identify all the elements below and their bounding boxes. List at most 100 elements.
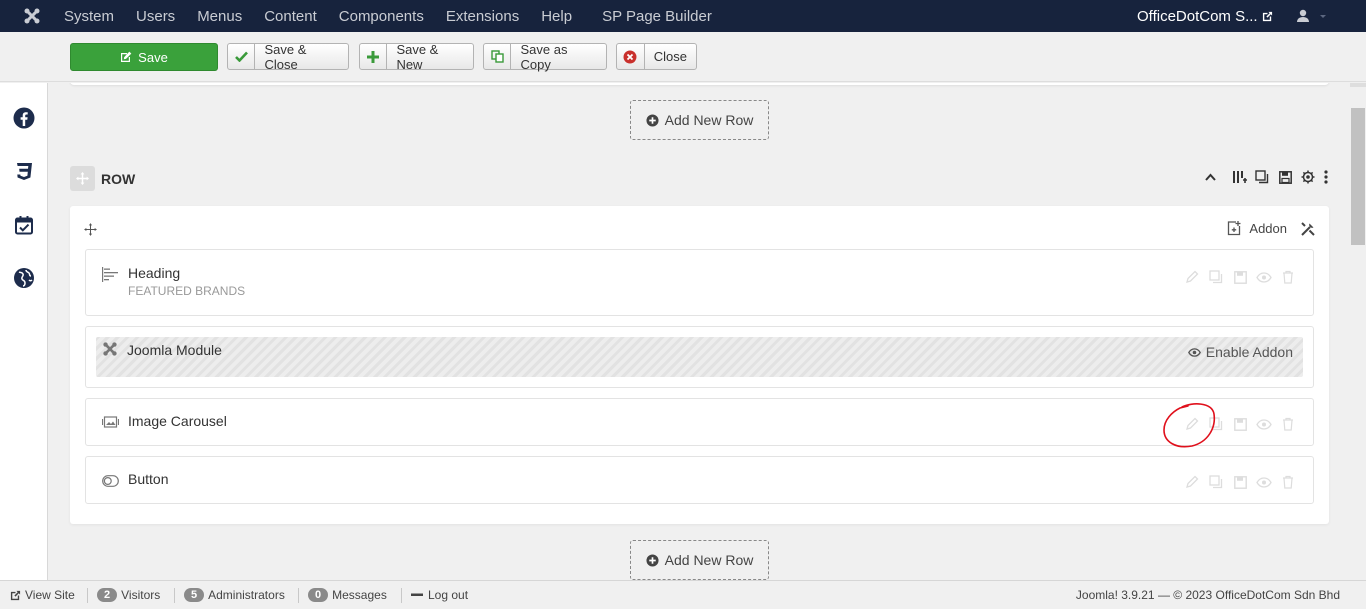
delete-trash-icon[interactable] — [1280, 474, 1296, 490]
duplicate-icon[interactable] — [1208, 474, 1224, 490]
row-card: Addon Heading FEATURED BRANDS Joomla Mod… — [70, 206, 1329, 524]
edit-pencil-icon[interactable] — [1184, 416, 1200, 432]
addon-name: Heading — [128, 265, 181, 281]
duplicate-icon[interactable] — [1208, 269, 1224, 285]
addon-joomla-module[interactable]: Joomla Module Enable Addon — [85, 326, 1314, 388]
top-navbar: System Users Menus Content Components Ex… — [0, 0, 1366, 32]
row-move-handle[interactable] — [70, 166, 95, 191]
settings-gear-icon[interactable] — [1300, 169, 1316, 185]
move-icon — [76, 172, 89, 185]
edit-pencil-icon[interactable] — [1184, 474, 1200, 490]
menu-components[interactable]: Components — [339, 8, 424, 25]
visibility-eye-icon[interactable] — [1256, 416, 1272, 432]
edit-pencil-icon[interactable] — [1184, 269, 1200, 285]
duplicate-icon[interactable] — [1208, 416, 1224, 432]
external-link-icon — [1262, 11, 1272, 21]
main-menu: System Users Menus Content Components Ex… — [64, 0, 734, 32]
save-new-button[interactable]: Save & New — [359, 42, 474, 72]
enable-addon-button[interactable]: Enable Addon — [1187, 344, 1293, 360]
scrollbar-thumb[interactable] — [1351, 108, 1365, 245]
menu-extensions[interactable]: Extensions — [446, 8, 519, 25]
vertical-scrollbar[interactable] — [1350, 83, 1366, 580]
save-button[interactable]: Save — [70, 43, 218, 71]
caret-down-icon — [1320, 15, 1326, 18]
addon-name: Button — [128, 471, 169, 487]
more-vertical-icon[interactable] — [1323, 169, 1329, 185]
minus-icon — [411, 593, 423, 596]
addon-heading[interactable]: Heading FEATURED BRANDS — [85, 249, 1314, 316]
delete-trash-icon[interactable] — [1280, 269, 1296, 285]
edit-icon — [121, 51, 132, 62]
save-floppy-icon[interactable] — [1277, 169, 1293, 185]
menu-users[interactable]: Users — [136, 8, 175, 25]
save-close-button[interactable]: Save & Close — [227, 42, 349, 72]
menu-help[interactable]: Help — [541, 8, 572, 25]
visitors-link[interactable]: 2 Visitors — [97, 587, 160, 603]
joomla-version: Joomla! 3.9.21 — [1075, 588, 1155, 602]
add-addon-icon — [1228, 221, 1241, 236]
administrators-link[interactable]: 5 Administrators — [184, 587, 285, 603]
row-actions — [1202, 169, 1329, 185]
addon-subtitle: FEATURED BRANDS — [128, 284, 246, 298]
copy-icon — [484, 44, 512, 69]
external-link-icon — [10, 590, 21, 600]
site-link[interactable]: OfficeDotCom S... — [1137, 0, 1273, 32]
joomla-logo-icon[interactable] — [0, 0, 64, 32]
add-addon-button[interactable]: Addon — [1227, 221, 1287, 236]
globe-icon[interactable] — [12, 266, 36, 290]
previous-row-card — [70, 83, 1329, 85]
menu-content[interactable]: Content — [264, 8, 317, 25]
visibility-eye-icon[interactable] — [1256, 474, 1272, 490]
column-move-icon[interactable] — [84, 223, 97, 241]
row-header: ROW — [70, 166, 1329, 192]
logout-link[interactable]: Log out — [411, 587, 468, 603]
button-toggle-icon — [101, 473, 119, 489]
collapse-chevron-up-icon[interactable] — [1202, 169, 1218, 185]
joomla-icon — [101, 341, 119, 357]
addon-button[interactable]: Button — [85, 456, 1314, 504]
visibility-eye-icon[interactable] — [1256, 269, 1272, 285]
css3-icon[interactable] — [12, 159, 36, 183]
calendar-check-icon[interactable] — [12, 213, 36, 237]
copyright-text: — © 2023 OfficeDotCom Sdn Bhd — [1157, 588, 1340, 602]
delete-trash-icon[interactable] — [1280, 416, 1296, 432]
menu-system[interactable]: System — [64, 8, 114, 25]
close-circle-icon — [617, 44, 645, 69]
addon-actions — [1184, 474, 1296, 490]
left-sidebar — [0, 83, 48, 580]
user-icon — [1297, 9, 1309, 22]
save-floppy-icon[interactable] — [1232, 269, 1248, 285]
user-menu[interactable] — [1296, 0, 1328, 32]
addon-image-carousel[interactable]: Image Carousel — [85, 398, 1314, 446]
plus-circle-icon — [646, 113, 659, 127]
save-floppy-icon[interactable] — [1232, 416, 1248, 432]
admins-badge: 5 — [184, 588, 205, 602]
page-builder-canvas: Add New Row ROW Addon Heading FEATURED B… — [49, 83, 1350, 580]
messages-badge: 0 — [308, 588, 329, 602]
footer-copyright: Joomla! 3.9.21 — © 2023 OfficeDotCom Sdn… — [1076, 588, 1340, 602]
row-title: ROW — [101, 171, 136, 187]
menu-menus[interactable]: Menus — [197, 8, 242, 25]
facebook-icon[interactable] — [12, 106, 36, 130]
column-layout-icon[interactable] — [1231, 169, 1247, 185]
heading-icon — [101, 266, 119, 282]
toolbar: Save Save & Close Save & New Save as Cop… — [0, 32, 1366, 82]
add-new-row-button[interactable]: Add New Row — [630, 100, 769, 140]
check-icon — [228, 44, 256, 69]
visitors-badge: 2 — [97, 588, 118, 602]
disabled-addon-overlay: Joomla Module Enable Addon — [96, 337, 1303, 377]
messages-link[interactable]: 0 Messages — [308, 587, 387, 603]
add-new-row-button-bottom[interactable]: Add New Row — [630, 540, 769, 580]
menu-sp-page-builder[interactable]: SP Page Builder — [602, 8, 712, 25]
addon-name: Joomla Module — [127, 342, 222, 358]
site-name: OfficeDotCom S... — [1137, 7, 1258, 25]
plus-icon — [360, 44, 388, 69]
column-settings-tools-icon[interactable] — [1301, 222, 1315, 241]
close-button[interactable]: Close — [616, 43, 697, 70]
addon-actions — [1184, 416, 1296, 432]
eye-icon — [1187, 347, 1201, 357]
duplicate-icon[interactable] — [1254, 169, 1270, 185]
save-floppy-icon[interactable] — [1232, 474, 1248, 490]
save-as-copy-button[interactable]: Save as Copy — [483, 42, 607, 72]
view-site-link[interactable]: View Site — [10, 587, 75, 603]
